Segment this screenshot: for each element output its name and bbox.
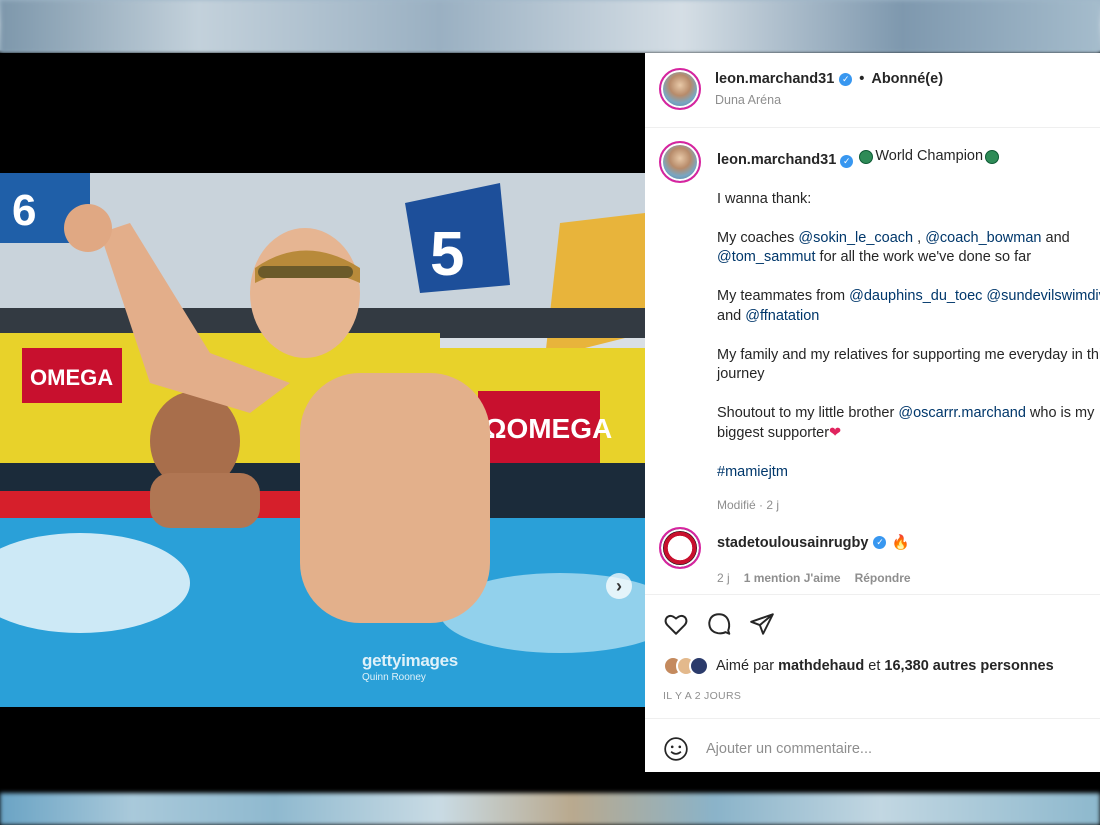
separator-dot: • — [859, 71, 865, 87]
mention-link[interactable]: @dauphins_du_toec — [849, 288, 982, 304]
background-blur-bottom — [0, 793, 1100, 825]
mention-link[interactable]: @oscarrr.marchand — [898, 405, 1026, 421]
verified-badge-icon: ✓ — [873, 536, 887, 549]
post-header: leon.marchand31 ✓ • Abonné(e) Duna Aréna — [645, 53, 1100, 128]
verified-badge-icon: ✓ — [840, 155, 854, 168]
comment-likes-link[interactable]: 1 mention J'aime — [744, 571, 841, 585]
smiley-icon[interactable] — [663, 736, 689, 762]
reply-button[interactable]: Répondre — [855, 571, 911, 585]
caption-edited: Modifié · 2 j — [717, 498, 780, 513]
post-photo: 6 5 OMEGA ΩOMEGA › gettyimages Quinn Roo… — [0, 173, 645, 707]
caption-text-segment: My family and my relatives for supportin… — [717, 346, 1100, 363]
comment-age: 2 j — [717, 571, 730, 585]
caption-coaches: My coaches @sokin_le_coach , @coach_bowm… — [717, 229, 1100, 268]
caption-text: leon.marchand31 ✓ World Champion I wanna… — [717, 147, 1100, 516]
caption-text-segment: My teammates from — [717, 288, 850, 305]
hashtag-link[interactable]: #mamiejtm — [717, 464, 788, 480]
caption-text-segment: Shoutout to my little brother — [717, 405, 899, 422]
globe-emoji-icon — [859, 149, 874, 164]
comment-composer — [645, 718, 1100, 772]
getty-watermark: gettyimages Quinn Rooney — [362, 651, 458, 683]
lane-number-left: 6 — [12, 186, 36, 235]
likes-count-link[interactable]: 16,380 autres personnes — [884, 658, 1053, 674]
caption-headline-text: World Champion — [875, 148, 984, 164]
caption-text-segment: who is my — [1025, 405, 1095, 422]
background-blur-top — [0, 0, 1100, 53]
mention-link[interactable]: @sokin_le_coach — [798, 230, 913, 246]
caption-teammates: My teammates from @dauphins_du_toec @sun… — [717, 287, 1100, 326]
caption-author-avatar[interactable] — [659, 141, 701, 183]
mention-link[interactable]: @sundevilswimdive — [986, 288, 1100, 304]
verified-badge-icon: ✓ — [839, 72, 853, 86]
sponsor-banner-1: OMEGA — [30, 365, 113, 390]
watermark-credit: Quinn Rooney — [362, 672, 426, 683]
next-image-button[interactable]: › — [606, 573, 632, 599]
caption-text-segment: for all the work we've done so far — [815, 249, 1032, 266]
caption-username[interactable]: leon.marchand31 — [717, 152, 836, 168]
caption-family: My family and my relatives for supportin… — [717, 346, 1100, 385]
author-username[interactable]: leon.marchand31 — [715, 71, 834, 87]
liker-username[interactable]: mathdehaud — [778, 658, 864, 674]
action-bar — [645, 594, 1100, 644]
commenter-username[interactable]: stadetoulousainrugby — [717, 535, 868, 551]
paper-plane-icon[interactable] — [749, 611, 775, 637]
mention-link[interactable]: @tom_sammut — [717, 249, 816, 265]
post-sidebar: leon.marchand31 ✓ • Abonné(e) Duna Aréna… — [645, 53, 1100, 772]
likes-mid: et — [864, 658, 885, 674]
caption-text-segment: , — [913, 229, 926, 246]
caption-headline: World Champion — [859, 147, 1000, 167]
swimmer-photo-illustration: 6 5 OMEGA ΩOMEGA — [0, 173, 645, 707]
caption-text-segment: and — [1041, 229, 1070, 246]
author-avatar[interactable] — [659, 68, 701, 110]
liker-avatar — [689, 656, 709, 676]
post-location[interactable]: Duna Aréna — [715, 93, 781, 107]
follow-status-button[interactable]: Abonné(e) — [871, 71, 943, 87]
likes-text: Aimé par mathdehaud et 16,380 autres per… — [716, 658, 1054, 674]
globe-emoji-icon — [985, 149, 1000, 164]
commenter-avatar[interactable] — [659, 527, 701, 569]
caption-text-segment: My coaches — [717, 229, 799, 246]
sponsor-banner-2: ΩOMEGA — [484, 413, 612, 444]
comment-line: stadetoulousainrugby ✓ 🔥 — [717, 534, 910, 552]
heart-emoji-icon: ❤ — [829, 424, 842, 441]
comment-meta: 2 j 1 mention J'aime Répondre — [717, 571, 911, 585]
likes-prefix: Aimé par — [716, 658, 779, 674]
caption-text-segment: journey — [717, 366, 765, 383]
comment-input[interactable] — [706, 738, 1086, 760]
caption-brother: Shoutout to my little brother @oscarrr.m… — [717, 404, 1100, 443]
author-name-line: leon.marchand31 ✓ • Abonné(e) — [715, 71, 943, 87]
mention-link[interactable]: @ffnatation — [745, 308, 819, 324]
caption-line-1: I wanna thank: — [717, 190, 812, 207]
watermark-brand: gettyimages — [362, 651, 458, 670]
chevron-right-icon: › — [616, 575, 622, 596]
caption-hashtag-line: #mamiejtm — [717, 463, 1100, 483]
post-timestamp: IL Y A 2 JOURS — [663, 690, 742, 702]
caption-text-segment: biggest supporter — [717, 424, 830, 441]
mention-link[interactable]: @coach_bowman — [925, 230, 1041, 246]
heart-icon[interactable] — [663, 611, 689, 637]
post-media-area: 6 5 OMEGA ΩOMEGA › gettyimages Quinn Roo… — [0, 53, 645, 772]
comment-bubble-icon[interactable] — [706, 611, 732, 637]
likes-summary: Aimé par mathdehaud et 16,380 autres per… — [663, 656, 1054, 676]
lane-number-right: 5 — [430, 220, 464, 289]
caption-text-segment: and — [717, 307, 746, 324]
fire-emoji-icon: 🔥 — [891, 535, 910, 551]
